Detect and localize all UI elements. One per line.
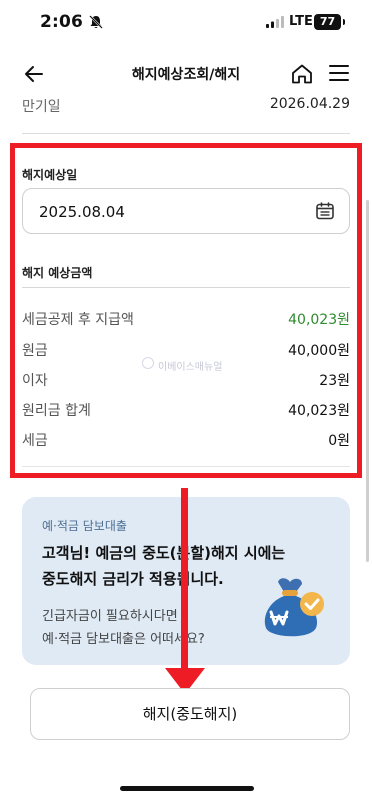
maturity-date-row: 만기일 2026.04.29 [22,96,350,116]
promo-title-line2: 중도해지 금리가 적용됩니다. [42,570,224,588]
status-bar: 2:06 LTE 77 [0,0,372,46]
early-termination-button[interactable]: 해지(중도해지) [30,688,350,740]
network-type: LTE [289,14,313,29]
promo-desc-line1: 긴급자금이 필요하시다면 [42,609,178,624]
battery-icon: 77 [314,14,345,30]
bell-muted-icon [89,15,103,29]
promo-tag: 예·적금 담보대출 [42,519,127,533]
divider [22,133,350,134]
money-bag-icon [264,578,324,637]
home-indicator [120,786,254,791]
maturity-date-label: 만기일 [22,99,61,115]
home-icon[interactable] [290,62,314,86]
app-header: 해지예상조회/해지 [0,52,372,96]
highlight-box [10,143,362,478]
scrollbar[interactable] [366,200,369,562]
status-time: 2:06 [40,12,84,32]
maturity-date-value: 2026.04.29 [269,96,350,112]
annotation-arrow [181,488,188,676]
page-title: 해지예상조회/해지 [131,67,241,83]
signal-icon [266,16,284,28]
menu-icon[interactable] [328,62,350,84]
promo-title-line1: 고객님! 예금의 중도(분할)해지 시에는 [42,544,286,562]
